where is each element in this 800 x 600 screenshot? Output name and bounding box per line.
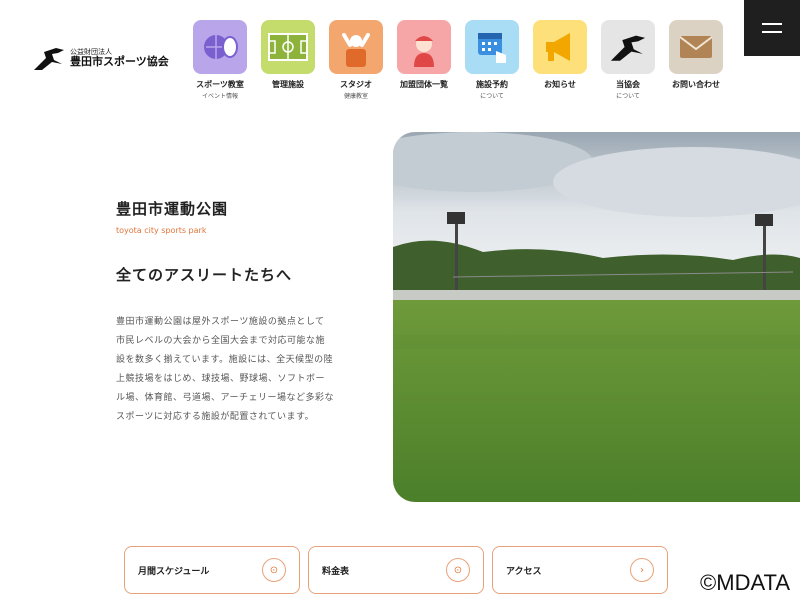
nav-label: 管理施設 — [272, 80, 304, 89]
arrow-icon: › — [630, 558, 654, 582]
runner-logo-icon — [610, 35, 646, 61]
nav-sublabel: イベント情報 — [201, 93, 238, 100]
link-icon: ⊙ — [262, 558, 286, 582]
nav-label: 加盟団体一覧 — [400, 80, 448, 89]
nav-label: 当協会 — [616, 80, 640, 89]
nav-label: 施設予約 — [476, 80, 508, 89]
fee-card[interactable]: 料金表 ⊙ — [308, 546, 484, 594]
stadium-field-image — [393, 132, 800, 502]
nav-label: お知らせ — [544, 80, 576, 89]
nav-tile — [601, 20, 655, 74]
runner-logo-icon — [34, 48, 64, 70]
nav-label: スタジオ — [340, 80, 372, 89]
link-icon: ⊙ — [446, 558, 470, 582]
nav-item-studio[interactable]: スタジオ 健康教室 — [322, 20, 390, 100]
nav-tile — [397, 20, 451, 74]
nav-sublabel: について — [480, 93, 504, 100]
person-icon — [414, 36, 434, 67]
envelope-icon — [679, 36, 713, 58]
nav-tile — [193, 20, 247, 74]
nav-label: お問い合わせ — [672, 80, 720, 89]
card-label: 月間スケジュール — [138, 566, 210, 577]
hamburger-menu-button[interactable] — [744, 0, 800, 56]
sports-park-photo — [393, 132, 800, 502]
nav-tile — [329, 20, 383, 74]
nav-item-news[interactable]: お知らせ — [526, 20, 594, 100]
card-label: アクセス — [506, 566, 542, 577]
park-subtitle: toyota city sports park — [116, 226, 207, 235]
hero-description: 豊田市運動公園は屋外スポーツ施設の拠点として市民レベルの大会から全国大会まで対応… — [116, 317, 334, 422]
schedule-card[interactable]: 月間スケジュール ⊙ — [124, 546, 300, 594]
nav-item-contact[interactable]: お問い合わせ — [662, 20, 730, 100]
nav-tile — [669, 20, 723, 74]
quick-links: 月間スケジュール ⊙ 料金表 ⊙ アクセス › — [124, 546, 676, 594]
field-icon — [268, 33, 308, 61]
sports-ball-icon — [204, 35, 238, 59]
nav-sublabel: 健康教室 — [343, 93, 368, 100]
logo-title: 豊田市スポーツ協会 — [70, 54, 169, 68]
watermark: ©MDATA — [700, 570, 790, 595]
nav-tile — [261, 20, 315, 74]
nav-item-about[interactable]: 当協会 について — [594, 20, 662, 100]
exercise-person-icon — [342, 33, 370, 67]
nav-tile — [533, 20, 587, 74]
site-logo[interactable]: 公益財団法人 豊田市スポーツ協会 — [32, 44, 169, 72]
menu-icon — [762, 31, 782, 33]
nav-item-facilities[interactable]: 管理施設 — [254, 20, 322, 100]
megaphone-icon — [546, 33, 570, 61]
nav-item-member-groups[interactable]: 加盟団体一覧 — [390, 20, 458, 100]
global-nav: スポーツ教室 イベント情報 管理施設 スタジオ 健康教室 加盟団体一覧 施設予約… — [186, 20, 730, 100]
card-label: 料金表 — [322, 566, 350, 577]
hero-heading: 全てのアスリートたちへ — [116, 266, 293, 284]
nav-item-reservation[interactable]: 施設予約 について — [458, 20, 526, 100]
nav-sublabel: について — [616, 93, 640, 100]
menu-icon — [762, 23, 782, 25]
access-card[interactable]: アクセス › — [492, 546, 668, 594]
nav-item-sports-class[interactable]: スポーツ教室 イベント情報 — [186, 20, 254, 100]
calendar-hand-icon — [478, 33, 506, 63]
nav-tile — [465, 20, 519, 74]
park-title: 豊田市運動公園 — [116, 200, 229, 218]
nav-label: スポーツ教室 — [196, 80, 244, 89]
